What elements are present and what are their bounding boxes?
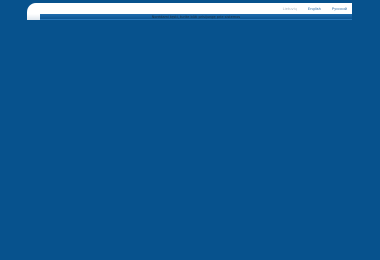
language-english[interactable]: English [308, 5, 321, 13]
language-russian[interactable]: Русский [332, 5, 347, 13]
header-left-tab [27, 14, 40, 20]
header-strip: Norėdami tęsti, turite būti prisijungę p… [27, 14, 352, 20]
header-divider [40, 19, 352, 20]
page: Lietuvių English Русский Norėdami tęsti,… [0, 0, 380, 260]
language-switcher: Lietuvių English Русский [283, 5, 347, 13]
top-panel: Lietuvių English Русский [27, 3, 352, 14]
language-lietuviu: Lietuvių [282, 7, 297, 11]
login-required-message: Norėdami tęsti, turite būti prisijungę p… [151, 14, 241, 19]
